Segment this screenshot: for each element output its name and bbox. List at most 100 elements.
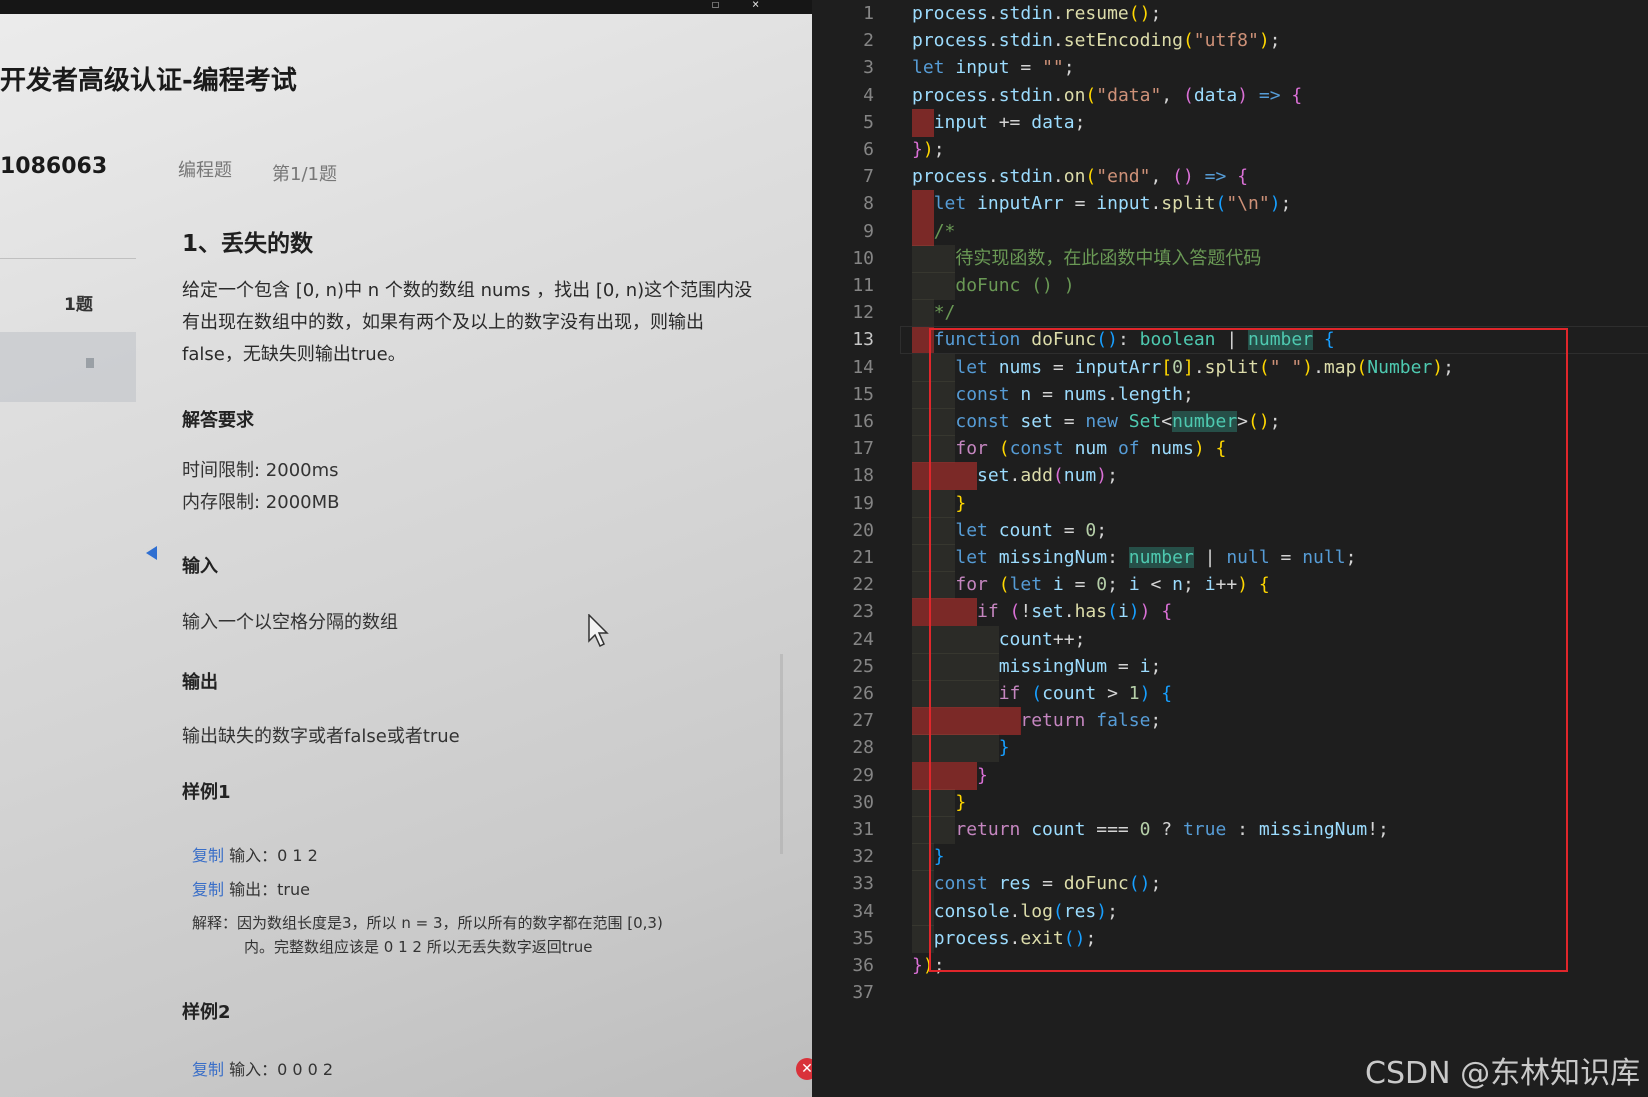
question-index: 第1/1题 bbox=[272, 164, 337, 185]
line-number: 2 bbox=[863, 30, 874, 52]
requirements-heading: 解答要求 bbox=[182, 410, 254, 431]
code-line[interactable]: 37 bbox=[812, 979, 1648, 1007]
sample-1-output: 输出：true bbox=[229, 880, 310, 899]
line-number: 3 bbox=[863, 57, 874, 79]
code-text: 待实现函数，在此函数中填入答题代码 bbox=[955, 247, 1262, 269]
sample-1-input: 输入：0 1 2 bbox=[229, 846, 318, 865]
copy-button[interactable]: 复制 bbox=[192, 1060, 224, 1079]
line-number: 5 bbox=[863, 111, 874, 133]
sample-1-output-row: 复制 输出：true bbox=[192, 876, 310, 900]
scrollbar[interactable] bbox=[780, 654, 783, 854]
photo-top-bar: ☐ × bbox=[0, 0, 812, 14]
sample-2-heading: 样例2 bbox=[182, 1002, 231, 1023]
line-number: 17 bbox=[852, 438, 874, 460]
record-indicator-icon: ✕ bbox=[796, 1058, 812, 1080]
code-text: }); bbox=[912, 139, 945, 160]
question-title: 1、丢失的数 bbox=[182, 231, 314, 257]
code-line[interactable]: 8 let inputArr = input.split("\n"); bbox=[812, 190, 1648, 219]
line-number: 29 bbox=[852, 764, 874, 786]
line-number: 23 bbox=[852, 601, 874, 623]
code-line[interactable]: 5 input += data; bbox=[812, 108, 1648, 137]
line-number: 15 bbox=[852, 383, 874, 405]
code-text: process.stdin.on("data", (data) => { bbox=[912, 84, 1303, 106]
line-number: 31 bbox=[852, 819, 874, 840]
sample-1-explanation-line-2: 内。完整数组应该是 0 1 2 所以无丢失数字返回true bbox=[244, 938, 593, 956]
line-number: 33 bbox=[852, 873, 874, 895]
code-line[interactable]: 10 待实现函数，在此函数中填入答题代码 bbox=[812, 244, 1648, 273]
line-number: 24 bbox=[852, 628, 874, 650]
line-number: 37 bbox=[852, 982, 874, 1004]
code-line[interactable]: 7 process.stdin.on("end", () => { bbox=[812, 163, 1648, 191]
output-description: 输出缺失的数字或者false或者true bbox=[182, 726, 460, 747]
line-number: 27 bbox=[852, 710, 874, 732]
code-line[interactable]: 11 doFunc () ) bbox=[812, 272, 1648, 300]
sample-2-input: 输入：0 0 0 2 bbox=[229, 1060, 334, 1079]
explanation-label: 解释： bbox=[192, 914, 238, 932]
code-text: doFunc () ) bbox=[955, 275, 1075, 296]
code-line[interactable]: 2 process.stdin.setEncoding("utf8"); bbox=[812, 27, 1648, 55]
copy-button[interactable]: 复制 bbox=[192, 880, 224, 899]
code-text: /* bbox=[933, 220, 956, 242]
line-number: 30 bbox=[852, 791, 874, 813]
line-number: 9 bbox=[863, 220, 874, 242]
line-number: 28 bbox=[852, 737, 874, 759]
exam-id: 1086063 bbox=[0, 154, 108, 179]
sidebar-marker bbox=[86, 358, 94, 368]
line-number: 26 bbox=[852, 683, 874, 704]
code-text: input += data; bbox=[933, 111, 1086, 133]
input-description: 输入一个以空格分隔的数组 bbox=[182, 612, 398, 633]
code-line[interactable]: 3 let input = ""; bbox=[812, 54, 1648, 82]
line-number: 35 bbox=[852, 927, 874, 949]
sidebar-item-question-1[interactable]: 1题 bbox=[64, 290, 93, 315]
line-number: 4 bbox=[863, 84, 874, 106]
sample-2-input-row: 复制 输入：0 0 0 2 bbox=[192, 1056, 333, 1080]
line-number: 7 bbox=[863, 166, 874, 188]
line-number: 21 bbox=[852, 547, 874, 568]
line-number: 20 bbox=[852, 519, 874, 541]
exam-photo: ☐ × 开发者高级认证-编程考试 1086063 编程题 第1/1题 1题 1、… bbox=[0, 0, 812, 1097]
code-line[interactable]: 12 */ bbox=[812, 299, 1648, 328]
line-number: 32 bbox=[852, 846, 874, 868]
line-number: 25 bbox=[852, 655, 874, 677]
line-number: 18 bbox=[852, 465, 874, 487]
line-number: 6 bbox=[863, 139, 874, 160]
code-line[interactable]: 9 /* bbox=[812, 217, 1648, 246]
code-text: let input = ""; bbox=[912, 57, 1075, 79]
mouse-cursor-icon bbox=[588, 614, 609, 648]
exam-title: 开发者高级认证-编程考试 bbox=[0, 66, 297, 96]
line-number: 34 bbox=[852, 900, 874, 922]
maximize-icon: ☐ bbox=[712, 0, 720, 11]
watermark: CSDN @东林知识库 bbox=[1365, 1056, 1641, 1091]
line-number: 8 bbox=[863, 193, 874, 215]
time-limit: 时间限制: 2000ms bbox=[182, 460, 339, 481]
question-description-line-2: 有出现在数组中的数，如果有两个及以上的数字没有出现，则输出 bbox=[182, 312, 704, 333]
code-text: let inputArr = input.split("\n"); bbox=[933, 193, 1292, 215]
code-text: process.stdin.setEncoding("utf8"); bbox=[912, 30, 1281, 52]
line-number: 19 bbox=[852, 492, 874, 514]
sidebar-divider bbox=[0, 258, 136, 259]
highlight-box bbox=[929, 328, 1568, 972]
line-number: 22 bbox=[852, 574, 874, 596]
explanation-text-1: 因为数组长度是3，所以 n = 3，所以所有的数字都在范围 [0,3) bbox=[237, 914, 663, 932]
code-text: process.stdin.resume(); bbox=[912, 3, 1162, 24]
code-line[interactable]: 1 process.stdin.resume(); bbox=[812, 0, 1648, 28]
sample-1-input-row: 复制 输入：0 1 2 bbox=[192, 842, 318, 866]
line-number: 14 bbox=[852, 356, 874, 378]
code-line[interactable]: 6}); bbox=[812, 136, 1648, 164]
copy-button[interactable]: 复制 bbox=[192, 846, 224, 865]
code-text: */ bbox=[933, 302, 956, 324]
line-number: 12 bbox=[852, 302, 874, 324]
sample-1-heading: 样例1 bbox=[182, 782, 231, 803]
collapse-arrow-icon[interactable] bbox=[146, 546, 157, 560]
line-number: 13 bbox=[852, 329, 874, 351]
line-number: 36 bbox=[852, 955, 874, 976]
exam-page: 开发者高级认证-编程考试 1086063 编程题 第1/1题 1题 1、丢失的数… bbox=[0, 14, 812, 1097]
input-heading: 输入 bbox=[182, 556, 218, 577]
line-number: 1 bbox=[863, 3, 874, 24]
line-number: 16 bbox=[852, 411, 874, 432]
code-line[interactable]: 4 process.stdin.on("data", (data) => { bbox=[812, 82, 1648, 110]
line-number: 11 bbox=[852, 275, 874, 296]
output-heading: 输出 bbox=[182, 672, 218, 693]
close-icon: × bbox=[752, 0, 760, 11]
sidebar-selected-band bbox=[0, 332, 136, 402]
